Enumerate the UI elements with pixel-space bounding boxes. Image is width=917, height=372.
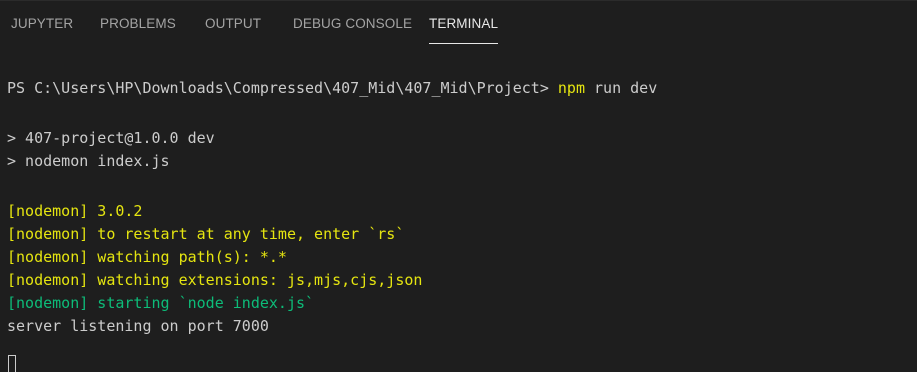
tab-output[interactable]: OUTPUT [205,17,261,43]
tab-debug-console[interactable]: DEBUG CONSOLE [293,17,412,43]
panel-tab-bar: JUPYTER PROBLEMS OUTPUT DEBUG CONSOLE TE… [0,1,917,45]
tab-problems[interactable]: PROBLEMS [100,17,176,43]
command-line: PS C:\Users\HP\Downloads\Compressed\407_… [7,77,657,100]
terminal-panel: JUPYTER PROBLEMS OUTPUT DEBUG CONSOLE TE… [0,0,917,372]
tab-jupyter[interactable]: JUPYTER [11,17,73,43]
script-line-1: > 407-project@1.0.0 dev [7,129,215,147]
script-line-2: > nodemon index.js [7,152,170,170]
terminal-cursor [8,355,16,372]
server-listening-line: server listening on port 7000 [7,317,269,335]
nodemon-version-line: [nodemon] 3.0.2 [7,202,143,220]
tab-terminal[interactable]: TERMINAL [429,17,499,44]
terminal-prompt: PS C:\Users\HP\Downloads\Compressed\407_… [7,79,549,97]
nodemon-watch-path-line: [nodemon] watching path(s): *.* [7,248,287,266]
nodemon-starting-line: [nodemon] starting `node index.js` [7,294,315,312]
nodemon-watch-ext-line: [nodemon] watching extensions: js,mjs,cj… [7,271,423,289]
command-name: npm [557,79,585,97]
terminal-output[interactable]: PS C:\Users\HP\Downloads\Compressed\407_… [0,45,917,372]
nodemon-restart-line: [nodemon] to restart at any time, enter … [7,225,405,243]
command-args: run dev [594,79,658,97]
